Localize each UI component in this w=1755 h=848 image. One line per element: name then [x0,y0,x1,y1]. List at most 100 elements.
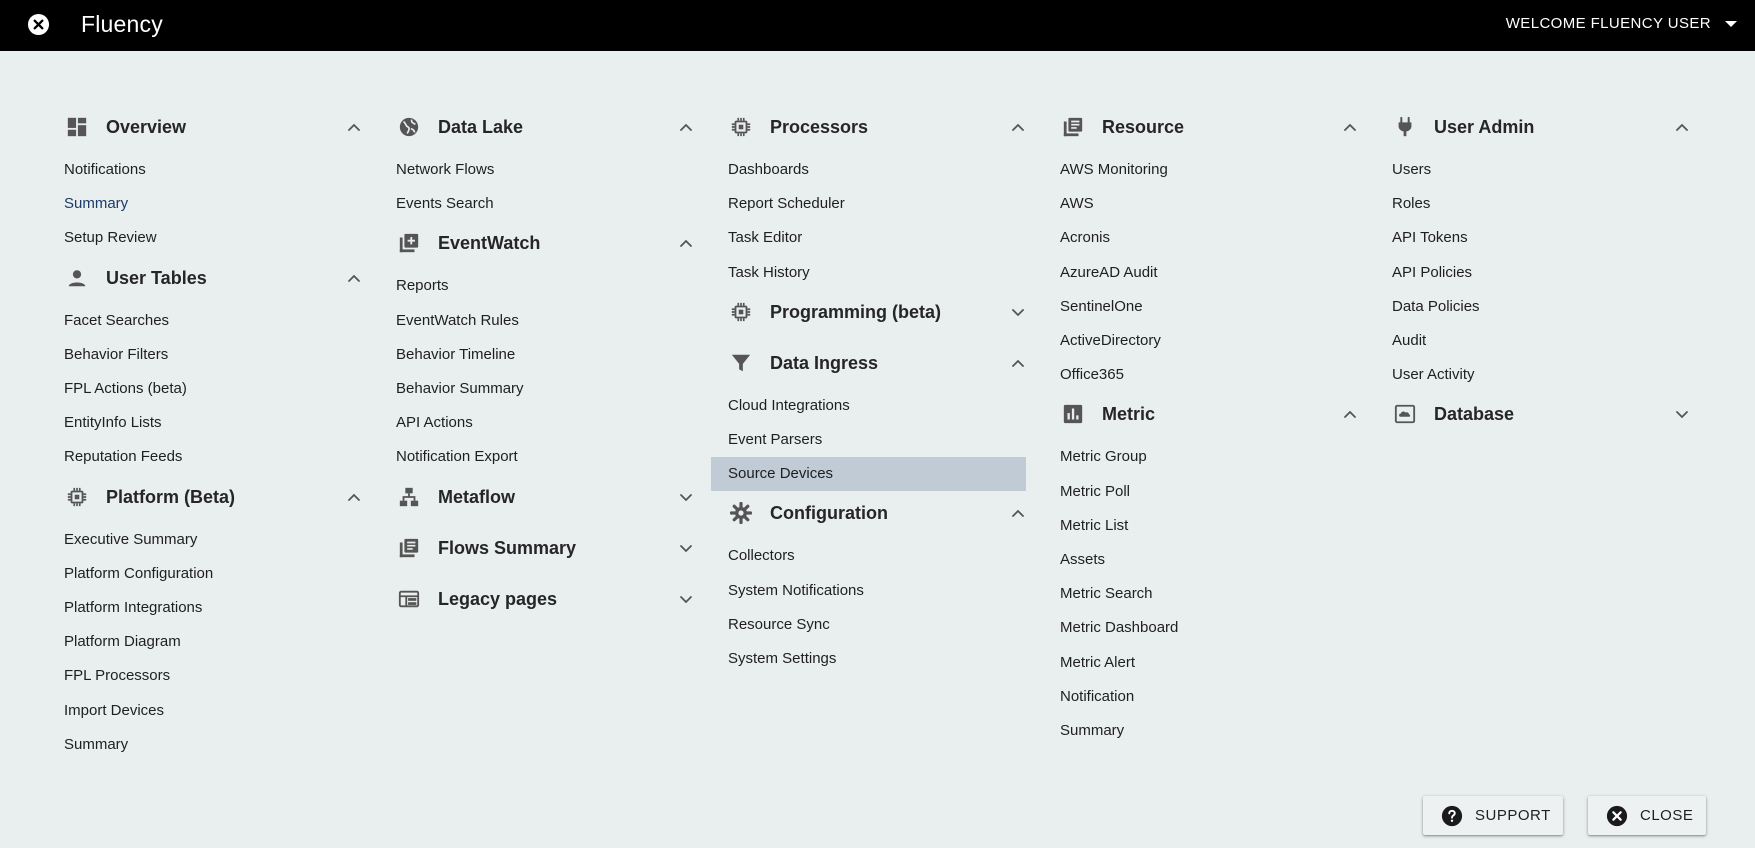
chevron-down-icon[interactable] [678,591,694,607]
menu-item-acronis[interactable]: Acronis [1060,221,1358,255]
menu-item-behavior-summary[interactable]: Behavior Summary [396,372,694,406]
menu-item-setup-review[interactable]: Setup Review [64,221,362,255]
close-label: CLOSE [1640,807,1694,824]
chevron-up-icon[interactable] [678,119,694,135]
chevron-down-icon[interactable] [678,489,694,505]
close-circle-icon[interactable] [27,13,50,36]
chevron-up-icon[interactable] [346,489,362,505]
chevron-up-icon[interactable] [1010,355,1026,371]
person-icon [68,269,86,286]
menu-item-cloud-integrations[interactable]: Cloud Integrations [728,389,1026,423]
menu-item-office365[interactable]: Office365 [1060,358,1358,392]
menu-item-sentinelone[interactable]: SentinelOne [1060,290,1358,324]
menu-item-aws-monitoring[interactable]: AWS Monitoring [1060,153,1358,187]
menu-item-behavior-filters[interactable]: Behavior Filters [64,338,362,372]
menu-item-summary[interactable]: Summary [64,187,362,221]
menu-item-system-settings[interactable]: System Settings [728,642,1026,676]
menu-item-fpl-actions-beta[interactable]: FPL Actions (beta) [64,372,362,406]
menu-item-notification[interactable]: Notification [1060,680,1358,714]
menu-item-summary[interactable]: Summary [1060,714,1358,748]
menu-item-azuread-audit[interactable]: AzureAD Audit [1060,256,1358,290]
group-header-legacy-pages[interactable]: Legacy pages [396,577,694,621]
chevron-up-icon[interactable] [1010,119,1026,135]
menu-item-task-history[interactable]: Task History [728,256,1026,290]
group-header-database[interactable]: Database [1392,392,1690,436]
menu-item-task-editor[interactable]: Task Editor [728,221,1026,255]
menu-item-api-tokens[interactable]: API Tokens [1392,221,1690,255]
group-header-configuration[interactable]: Configuration [728,491,1026,535]
gear-icon [730,502,752,525]
group-header-processors[interactable]: Processors [728,105,1026,149]
chevron-up-icon[interactable] [346,119,362,135]
menu-item-entityinfo-lists[interactable]: EntityInfo Lists [64,406,362,440]
group-header-resource[interactable]: Resource [1060,105,1358,149]
menu-item-system-notifications[interactable]: System Notifications [728,574,1026,608]
close-circle-icon [1606,805,1628,826]
menu-item-eventwatch-rules[interactable]: EventWatch Rules [396,304,694,338]
menu-item-audit[interactable]: Audit [1392,324,1690,358]
menu-item-api-actions[interactable]: API Actions [396,406,694,440]
chevron-up-icon[interactable] [1674,119,1690,135]
group-header-eventwatch[interactable]: EventWatch [396,221,694,265]
close-button[interactable]: CLOSE [1588,796,1706,835]
menu-item-platform-integrations[interactable]: Platform Integrations [64,591,362,625]
menu-item-report-scheduler[interactable]: Report Scheduler [728,187,1026,221]
menu-item-fpl-processors[interactable]: FPL Processors [64,659,362,693]
group-header-programming-beta[interactable]: Programming (beta) [728,290,1026,334]
chevron-down-icon[interactable] [1010,304,1026,320]
menu-item-source-devices[interactable]: Source Devices [711,457,1026,492]
menu-item-events-search[interactable]: Events Search [396,187,694,221]
menu-item-activedirectory[interactable]: ActiveDirectory [1060,324,1358,358]
menu-item-platform-diagram[interactable]: Platform Diagram [64,625,362,659]
chevron-down-icon[interactable] [1674,406,1690,422]
group-header-data-ingress[interactable]: Data Ingress [728,341,1026,385]
chevron-up-icon[interactable] [678,235,694,251]
menu-item-behavior-timeline[interactable]: Behavior Timeline [396,338,694,372]
menu-item-platform-configuration[interactable]: Platform Configuration [64,557,362,591]
menu-item-data-policies[interactable]: Data Policies [1392,290,1690,324]
group-header-user-tables[interactable]: User Tables [64,256,362,300]
group-header-flows-summary[interactable]: Flows Summary [396,526,694,570]
group-title: Flows Summary [438,537,577,558]
menu-item-metric-poll[interactable]: Metric Poll [1060,475,1358,509]
menu-item-reports[interactable]: Reports [396,269,694,303]
chevron-down-icon[interactable] [678,540,694,556]
user-menu[interactable]: WELCOME FLUENCY USER [1506,15,1737,32]
chevron-up-icon[interactable] [1010,505,1026,521]
group-header-metaflow[interactable]: Metaflow [396,475,694,519]
chevron-up-icon[interactable] [346,270,362,286]
menu-item-notification-export[interactable]: Notification Export [396,440,694,474]
group-header-data-lake[interactable]: Data Lake [396,105,694,149]
menu-item-user-activity[interactable]: User Activity [1392,358,1690,392]
menu-item-assets[interactable]: Assets [1060,543,1358,577]
menu-item-metric-search[interactable]: Metric Search [1060,577,1358,611]
group-title: Data Lake [438,117,524,137]
menu-item-metric-list[interactable]: Metric List [1060,509,1358,543]
menu-item-users[interactable]: Users [1392,153,1690,187]
menu-item-facet-searches[interactable]: Facet Searches [64,304,362,338]
chevron-up-icon[interactable] [1342,406,1358,422]
menu-item-metric-dashboard[interactable]: Metric Dashboard [1060,611,1358,645]
menu-item-executive-summary[interactable]: Executive Summary [64,523,362,557]
menu-item-notifications[interactable]: Notifications [64,153,362,187]
menu-item-api-policies[interactable]: API Policies [1392,256,1690,290]
support-button[interactable]: SUPPORT [1423,796,1563,835]
menu-item-aws[interactable]: AWS [1060,187,1358,221]
menu-item-dashboards[interactable]: Dashboards [728,153,1026,187]
menu-item-roles[interactable]: Roles [1392,187,1690,221]
menu-item-reputation-feeds[interactable]: Reputation Feeds [64,440,362,474]
group-header-overview[interactable]: Overview [64,105,362,149]
menu-item-resource-sync[interactable]: Resource Sync [728,608,1026,642]
menu-item-metric-alert[interactable]: Metric Alert [1060,646,1358,680]
group-header-metric[interactable]: Metric [1060,392,1358,436]
menu-item-collectors[interactable]: Collectors [728,539,1026,573]
menu-item-event-parsers[interactable]: Event Parsers [728,423,1026,457]
menu-item-summary[interactable]: Summary [64,728,362,762]
group-header-platform-beta[interactable]: Platform (Beta) [64,475,362,519]
app-title: Fluency [81,11,163,37]
menu-item-import-devices[interactable]: Import Devices [64,694,362,728]
menu-item-metric-group[interactable]: Metric Group [1060,440,1358,474]
group-header-user-admin[interactable]: User Admin [1392,105,1690,149]
chevron-up-icon[interactable] [1342,119,1358,135]
menu-item-network-flows[interactable]: Network Flows [396,153,694,187]
